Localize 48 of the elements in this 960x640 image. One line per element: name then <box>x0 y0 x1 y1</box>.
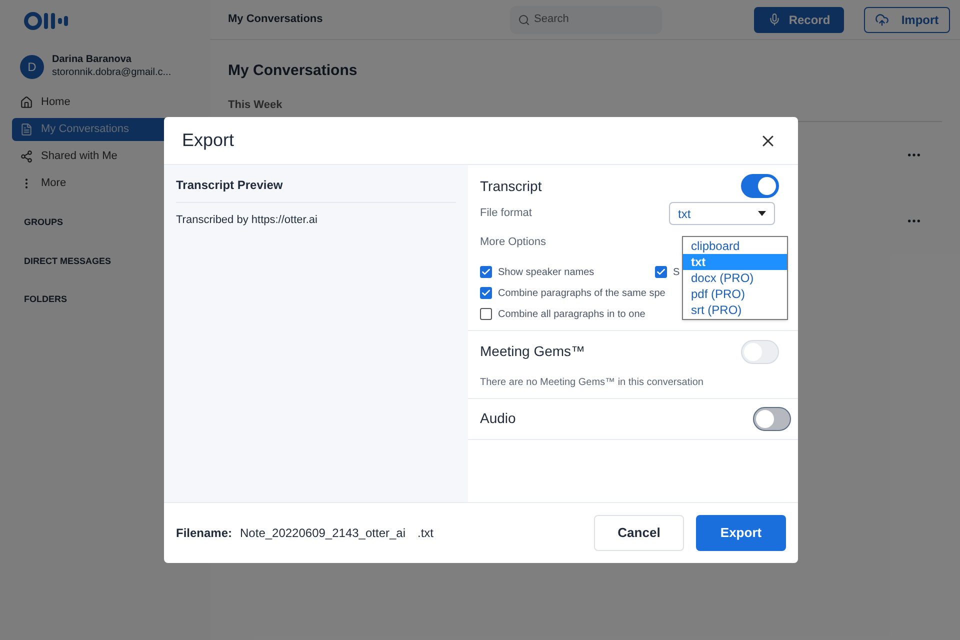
option-label: Combine all paragraphs in to one <box>498 308 646 322</box>
preview-title: Transcript Preview <box>176 176 456 203</box>
filename-value: Note_20220609_2143_otter_ai <box>240 525 406 542</box>
search-field[interactable]: Search <box>510 6 662 34</box>
nav-icon <box>20 150 33 163</box>
dropdown-option[interactable]: clipboard <box>683 238 787 254</box>
import-button[interactable]: Import <box>864 6 950 32</box>
export-button[interactable]: Export <box>696 515 786 551</box>
dropdown-option[interactable]: docx (PRO) <box>683 270 787 286</box>
dropdown-option[interactable]: pdf (PRO) <box>683 286 787 302</box>
section-title: Audio <box>480 409 516 428</box>
main-title: My Conversations <box>228 61 358 81</box>
audio-toggle[interactable] <box>753 406 791 430</box>
checkbox[interactable] <box>480 266 492 278</box>
option-label: Show speaker names <box>498 266 594 280</box>
format-select[interactable]: txt <box>669 202 775 225</box>
section-title: Meeting Gems™ <box>480 342 586 361</box>
search-icon <box>518 14 530 26</box>
filename-label: Filename: <box>176 525 232 542</box>
nav-icon <box>20 123 33 136</box>
user-email: storonnik.dobra@gmail.c... <box>52 66 172 79</box>
option-label: Combine paragraphs of the same spe <box>498 286 666 300</box>
logo-icon <box>24 12 70 30</box>
checkbox[interactable] <box>655 266 667 278</box>
field-label: File format <box>480 206 532 222</box>
section-title: Transcript <box>480 176 542 196</box>
user-name: Darina Baranova <box>52 54 132 66</box>
page-title: My Conversations <box>228 12 324 28</box>
file-extension: .txt <box>418 525 434 542</box>
dropdown-option[interactable]: txt <box>683 254 787 270</box>
preview-text: Transcribed by https://otter.ai <box>176 213 318 228</box>
upload-icon <box>875 12 890 26</box>
microphone-icon <box>768 13 781 26</box>
section-heading: FOLDERS <box>24 293 68 306</box>
section-heading: DIRECT MESSAGES <box>24 254 112 268</box>
dropdown-option[interactable]: srt (PRO) <box>683 302 787 318</box>
checkbox[interactable] <box>480 308 492 320</box>
nav-item[interactable]: Home <box>12 91 198 114</box>
caret-icon <box>758 211 766 216</box>
checkbox[interactable] <box>480 287 492 299</box>
gems-note: There are no Meeting Gems™ in this conversation <box>480 376 704 390</box>
option-label: S <box>673 266 680 280</box>
cancel-button[interactable]: Cancel <box>594 515 684 551</box>
nav-icon <box>20 96 33 109</box>
more-options-label: More Options <box>480 235 546 250</box>
record-button[interactable]: Record <box>754 6 844 32</box>
transcript-toggle[interactable] <box>741 174 779 198</box>
avatar[interactable]: D <box>20 54 44 78</box>
